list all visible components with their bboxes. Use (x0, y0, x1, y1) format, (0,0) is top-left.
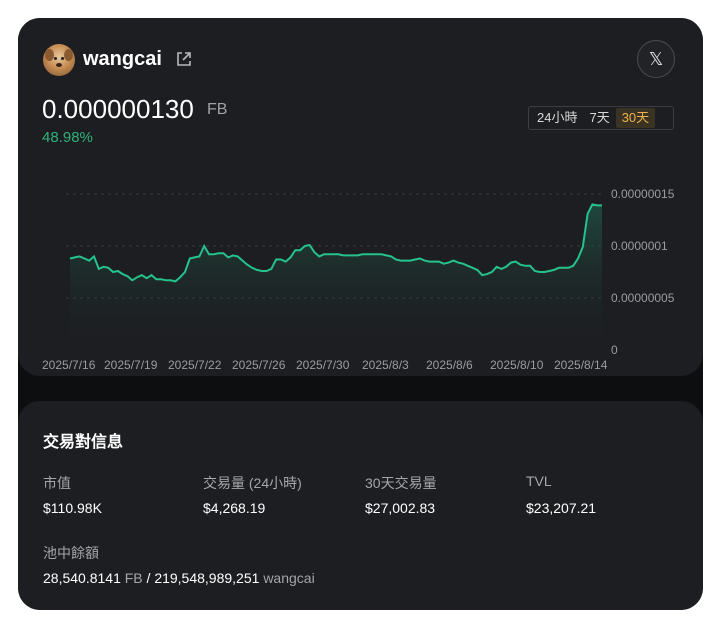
tab-7d[interactable]: 7天 (583, 108, 615, 128)
y-tick-label: 0 (611, 343, 618, 357)
token-avatar (43, 44, 75, 76)
tab-30d[interactable]: 30天 (615, 108, 656, 128)
market-cap-value: $110.98K (43, 500, 102, 516)
x-tick-label: 2025/8/10 (490, 358, 544, 372)
x-tick-label: 2025/8/14 (554, 358, 608, 372)
tab-24h[interactable]: 24小時 (531, 108, 583, 128)
pool-balance-value: 28,540.8141 FB / 219,548,989,251 wangcai (43, 570, 315, 586)
pool-amount-a: 28,540.8141 (43, 570, 121, 586)
pool-balance-label: 池中餘額 (43, 545, 99, 561)
x-tick-label: 2025/8/6 (426, 358, 473, 372)
x-tick-label: 2025/7/16 (42, 358, 96, 372)
pool-symbol-b: wangcai (263, 570, 315, 586)
pool-amount-b: 219,548,989,251 (154, 570, 260, 586)
token-panel: wangcai 𝕏 0.000000130 FB 48.98% 24小時 7天 … (18, 18, 703, 610)
x-tick-label: 2025/8/3 (362, 358, 409, 372)
x-tick-label: 2025/7/22 (168, 358, 222, 372)
trade-info-title: 交易對信息 (43, 434, 124, 451)
price-unit: FB (207, 101, 228, 118)
x-tick-label: 2025/7/19 (104, 358, 158, 372)
token-price: 0.000000130 (42, 94, 194, 124)
time-range-selector: 24小時 7天 30天 (528, 106, 674, 130)
volume-24h-label: 交易量 (24小時) (203, 475, 302, 491)
market-cap-label: 市值 (43, 475, 71, 491)
y-tick-label: 0.0000001 (611, 239, 668, 253)
volume-24h-value: $4,268.19 (203, 500, 266, 516)
price-card: wangcai 𝕏 0.000000130 FB 48.98% 24小時 7天 … (18, 18, 703, 376)
volume-30d-label: 30天交易量 (365, 475, 437, 491)
x-tick-label: 2025/7/30 (296, 358, 350, 372)
y-tick-label: 0.00000015 (611, 187, 675, 201)
price-change: 48.98% (42, 129, 93, 146)
x-social-button[interactable]: 𝕏 (637, 40, 675, 78)
volume-30d-value: $27,002.83 (365, 500, 436, 516)
price-chart[interactable]: 0.00000015 0.0000001 0.00000005 0 2025/7/16… (42, 168, 676, 378)
pool-symbol-a: FB (124, 570, 143, 586)
tvl-label: TVL (526, 473, 552, 489)
x-tick-label: 2025/7/26 (232, 358, 286, 372)
tvl-value: $23,207.21 (526, 500, 597, 516)
x-logo-icon: 𝕏 (648, 48, 664, 70)
token-name: wangcai (83, 48, 162, 70)
y-tick-label: 0.00000005 (611, 291, 675, 305)
external-link-icon[interactable] (175, 50, 193, 68)
pool-separator: / (146, 570, 151, 586)
